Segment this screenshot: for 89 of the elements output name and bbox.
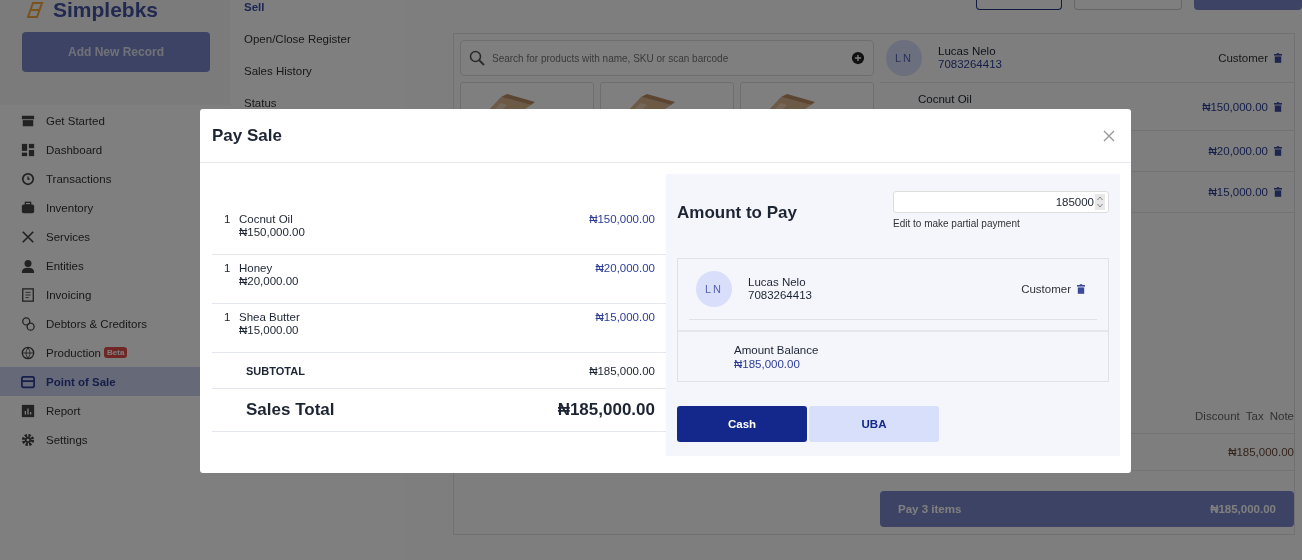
search-field[interactable]: Search for products with name, SKU or scan barcode: [460, 40, 874, 76]
document-icon: [21, 287, 35, 302]
store-icon: [21, 113, 35, 128]
outline-button[interactable]: [976, 0, 1062, 10]
close-icon[interactable]: [1103, 129, 1115, 142]
sidebar-label: Get Started: [46, 114, 105, 127]
cart-item-price: ₦150,000.00: [1202, 100, 1268, 113]
trash-icon[interactable]: [1274, 146, 1282, 156]
submenu-item[interactable]: Sell: [244, 0, 265, 14]
sidebar-label: Entities: [46, 259, 84, 272]
subtotal-value: ₦185,000.00: [589, 364, 655, 377]
item-unit-price: ₦20,000.00: [239, 275, 300, 288]
sidebar-item[interactable]: Invoicing: [0, 280, 230, 309]
dashboard-icon: [21, 142, 35, 157]
chart-icon: [21, 403, 35, 418]
balance-label: Amount Balance: [734, 342, 820, 357]
payment-method-button[interactable]: UBA: [809, 406, 939, 442]
item-total: ₦20,000.00: [595, 262, 655, 275]
sales-total-value: ₦185,000.00: [557, 400, 655, 420]
customer-phone: 7083264413: [938, 58, 1002, 71]
sidebar-label: Debtors & Creditors: [46, 317, 147, 330]
sidebar-label: Point of Sale: [46, 375, 116, 388]
submenu-item[interactable]: Sales History: [244, 64, 312, 78]
sidebar-item[interactable]: Transactions: [0, 164, 230, 193]
sidebar-label: Settings: [46, 433, 88, 446]
trash-icon[interactable]: [1274, 101, 1282, 112]
item-quantity: 1: [224, 213, 232, 225]
sidebar-label: Report: [46, 404, 81, 417]
sidebar-label: Invoicing: [46, 288, 92, 301]
people-icon: [21, 316, 35, 331]
card-icon: [21, 374, 35, 389]
submenu-item[interactable]: Status: [244, 96, 277, 110]
item-name: Honey: [239, 262, 274, 275]
column-header: Tax: [1245, 410, 1264, 422]
amount-heading: Amount to Pay: [677, 203, 797, 224]
cart-item-price: ₦20,000.00: [1208, 145, 1268, 157]
payment-method-button[interactable]: Cash: [677, 406, 807, 442]
add-icon[interactable]: [851, 51, 865, 65]
sidebar-item[interactable]: Settings: [0, 425, 230, 454]
balance-value: ₦185,000.00: [734, 356, 801, 371]
trash-icon[interactable]: [1077, 284, 1085, 294]
sidebar-label: Dashboard: [46, 143, 103, 156]
logo-icon: [25, 0, 45, 20]
sales-total-label: Sales Total: [246, 400, 335, 420]
person-icon: [21, 258, 35, 273]
item-unit-price: ₦15,000.00: [239, 324, 300, 337]
tools-icon: [21, 229, 35, 244]
item-name: Cocnut Oil: [239, 213, 294, 226]
briefcase-icon: [21, 200, 35, 215]
spinner-icon[interactable]: [1095, 194, 1105, 210]
customer-role: Customer: [1021, 283, 1071, 295]
customer-name: Lucas Nelo: [938, 45, 997, 58]
item-name: Shea Butter: [239, 311, 301, 324]
column-header: Discount: [1195, 410, 1240, 422]
sidebar-label: Production: [46, 346, 101, 359]
cart-item-name: Cocnut Oil: [918, 93, 972, 105]
beta-badge: Beta: [104, 347, 128, 358]
item-unit-price: ₦150,000.00: [239, 226, 306, 239]
search-icon: [469, 50, 485, 66]
cart-item-price: ₦15,000.00: [1208, 186, 1268, 198]
sidebar-label: Inventory: [46, 201, 94, 214]
item-total: ₦15,000.00: [595, 311, 655, 324]
avatar: LN: [696, 271, 732, 307]
column-header: Note: [1269, 410, 1294, 422]
trash-icon[interactable]: [1274, 187, 1282, 197]
gear-icon: [21, 432, 35, 447]
item-quantity: 1: [224, 262, 232, 274]
item-total: ₦150,000.00: [589, 213, 655, 226]
customer-name: Lucas Nelo: [748, 276, 807, 289]
cart-total: ₦185,000.00: [1228, 446, 1294, 458]
sidebar-item[interactable]: Services: [0, 222, 230, 251]
submenu-item[interactable]: Open/Close Register: [244, 32, 351, 46]
trash-icon[interactable]: [1274, 53, 1282, 63]
globe-icon: [21, 345, 35, 360]
sidebar-label: Services: [46, 230, 91, 243]
customer-phone: 7083264413: [748, 289, 812, 302]
sidebar-label: Transactions: [46, 172, 112, 185]
pay-button[interactable]: Pay 3 items ₦185,000.00: [880, 491, 1294, 527]
amount-hint: Edit to make partial payment: [893, 218, 1021, 229]
item-quantity: 1: [224, 311, 232, 323]
avatar: LN: [886, 40, 922, 76]
customer-role: Customer: [1218, 52, 1268, 64]
clock-icon: [21, 171, 35, 186]
sidebar-item[interactable]: Report: [0, 396, 230, 425]
amount-input[interactable]: 185000: [893, 191, 1109, 213]
subtotal-label: SUBTOTAL: [246, 364, 305, 377]
sidebar-item[interactable]: Production Beta: [0, 338, 230, 367]
dialog-title: Pay Sale: [212, 125, 282, 146]
brand-name: Simplebks: [53, 0, 159, 20]
